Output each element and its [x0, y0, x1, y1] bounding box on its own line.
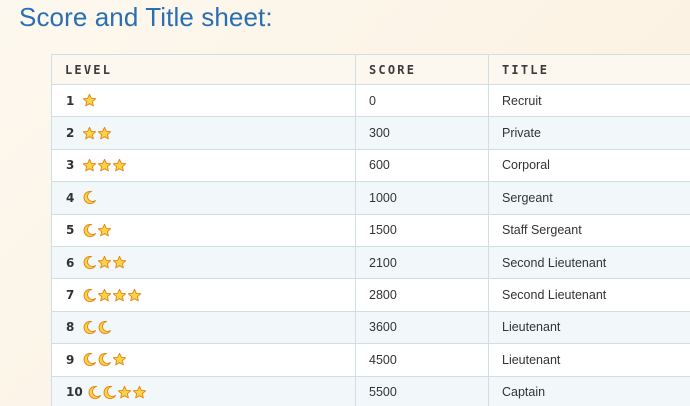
level-cell: 5	[51, 213, 356, 247]
level-number: 4	[66, 190, 75, 205]
level-cell: 9	[51, 343, 356, 377]
crescent-moon-icon	[82, 352, 97, 367]
rank-badges	[82, 255, 127, 270]
title-cell: Sergeant	[488, 181, 690, 215]
level-cell: 3	[51, 148, 356, 183]
star-icon	[112, 158, 127, 173]
score-cell: 2800	[355, 278, 489, 312]
level-number: 1	[66, 93, 75, 108]
level-cell: 4	[51, 181, 356, 215]
level-cell: 1	[51, 83, 356, 118]
level-number: 8	[66, 320, 75, 335]
table-row: 3 600 Corporal	[51, 148, 690, 183]
table-row: 5 1500 Staff Sergeant	[51, 213, 690, 247]
crescent-moon-icon	[97, 320, 112, 335]
star-icon	[97, 288, 112, 303]
table-header-row: LEVEL SCORE TITLE	[51, 54, 690, 85]
table-row: 7 2800 Second Lieutenant	[51, 278, 690, 312]
header-level: LEVEL	[51, 54, 356, 85]
table-row: 8 3600 Lieutenant	[51, 310, 690, 345]
table-row: 1 0 Recruit	[51, 83, 690, 118]
rank-badges	[82, 93, 97, 108]
title-cell: Captain	[488, 375, 690, 406]
star-icon	[82, 158, 97, 173]
rank-badges	[87, 385, 147, 400]
rank-badges	[82, 320, 112, 335]
table-row: 6 2100 Second Lieutenant	[51, 245, 690, 280]
level-cell: 6	[51, 245, 356, 280]
score-cell: 3600	[355, 310, 489, 345]
score-cell: 4500	[355, 343, 489, 377]
rank-badges	[82, 190, 97, 205]
crescent-moon-icon	[87, 385, 102, 400]
star-icon	[132, 385, 147, 400]
score-cell: 5500	[355, 375, 489, 406]
table-row: 2 300 Private	[51, 116, 690, 150]
star-icon	[97, 126, 112, 141]
rank-badges	[82, 352, 127, 367]
level-number: 7	[66, 288, 75, 303]
score-title-table: LEVEL SCORE TITLE 1 0 Recruit 2 300 Private 3 6…	[51, 54, 690, 406]
star-icon	[127, 288, 142, 303]
level-cell: 8	[51, 310, 356, 345]
title-cell: Second Lieutenant	[488, 245, 690, 280]
title-cell: Recruit	[488, 83, 690, 118]
level-cell: 7	[51, 278, 356, 312]
level-number: 10	[66, 385, 83, 400]
star-icon	[112, 255, 127, 270]
star-icon	[112, 352, 127, 367]
crescent-moon-icon	[82, 255, 97, 270]
crescent-moon-icon	[82, 223, 97, 238]
score-cell: 300	[355, 116, 489, 150]
level-cell: 10	[51, 375, 356, 406]
table-row: 10 5500 Captain	[51, 375, 690, 406]
rank-badges	[82, 126, 112, 141]
crescent-moon-icon	[102, 385, 117, 400]
score-cell: 2100	[355, 245, 489, 280]
table-row: 9 4500 Lieutenant	[51, 343, 690, 377]
star-icon	[112, 288, 127, 303]
title-cell: Private	[488, 116, 690, 150]
rank-badges	[82, 223, 112, 238]
score-cell: 1000	[355, 181, 489, 215]
title-cell: Lieutenant	[488, 310, 690, 345]
score-cell: 1500	[355, 213, 489, 247]
level-number: 2	[66, 126, 75, 141]
level-number: 5	[66, 223, 75, 238]
level-number: 9	[66, 352, 75, 367]
title-cell: Corporal	[488, 148, 690, 183]
header-score: SCORE	[355, 54, 489, 85]
star-icon	[97, 223, 112, 238]
star-icon	[117, 385, 132, 400]
level-number: 3	[66, 158, 75, 173]
title-cell: Lieutenant	[488, 343, 690, 377]
crescent-moon-icon	[82, 288, 97, 303]
score-cell: 0	[355, 83, 489, 118]
star-icon	[82, 93, 97, 108]
star-icon	[97, 255, 112, 270]
crescent-moon-icon	[97, 352, 112, 367]
score-cell: 600	[355, 148, 489, 183]
level-cell: 2	[51, 116, 356, 150]
level-number: 6	[66, 255, 75, 270]
crescent-moon-icon	[82, 320, 97, 335]
rank-badges	[82, 158, 127, 173]
header-title: TITLE	[488, 54, 690, 85]
rank-badges	[82, 288, 142, 303]
page-title: Score and Title sheet:	[19, 2, 273, 32]
star-icon	[82, 126, 97, 141]
title-cell: Staff Sergeant	[488, 213, 690, 247]
table-row: 4 1000 Sergeant	[51, 181, 690, 215]
score-title-table-wrapper: LEVEL SCORE TITLE 1 0 Recruit 2 300 Private 3 6…	[51, 54, 690, 406]
star-icon	[97, 158, 112, 173]
title-cell: Second Lieutenant	[488, 278, 690, 312]
crescent-moon-icon	[82, 190, 97, 205]
